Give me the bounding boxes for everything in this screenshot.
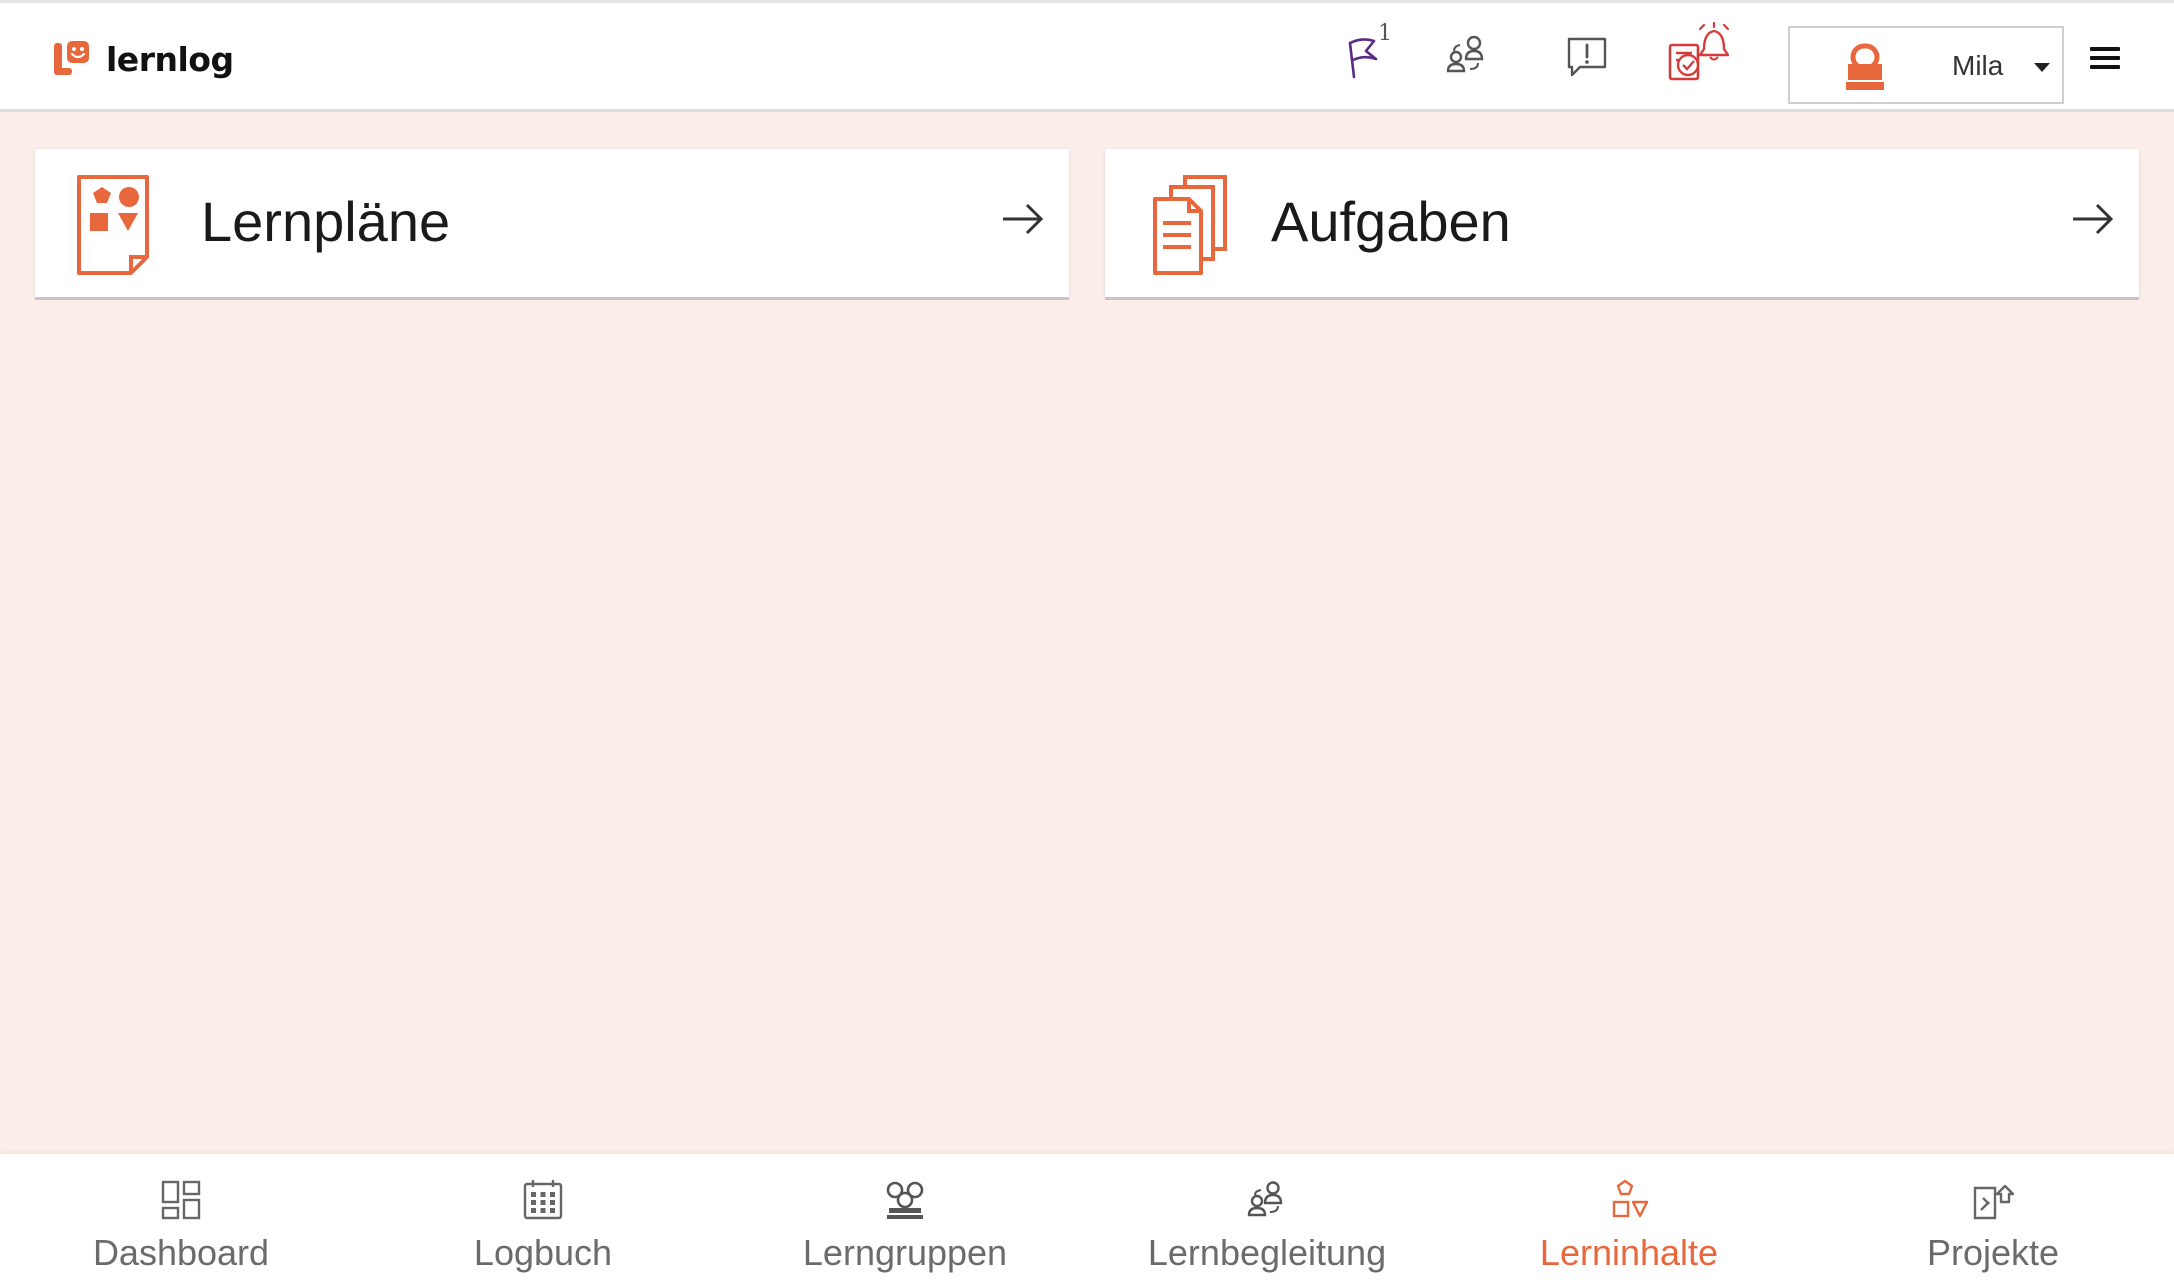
nav-item-dashboard[interactable]: Dashboard: [0, 1154, 362, 1284]
bottom-navigation: Dashboard Logbuch Lerngruppen Lernbeglei…: [0, 1154, 2174, 1284]
chevron-down-icon: [2034, 63, 2050, 72]
app-name: lernlog: [106, 39, 234, 79]
top-bar: lernlog 1 Mila: [0, 0, 2174, 112]
projects-icon: [1973, 1184, 2015, 1220]
nav-item-lernbegleitung[interactable]: Lernbegleitung: [1086, 1154, 1448, 1284]
card-title: Aufgaben: [1271, 190, 1511, 253]
card-aufgaben[interactable]: Aufgaben: [1105, 149, 2139, 297]
hamburger-menu-icon[interactable]: [2090, 47, 2120, 73]
nav-item-lerngruppen[interactable]: Lerngruppen: [724, 1154, 1086, 1284]
groups-icon: [886, 1181, 924, 1219]
reminder-bell-icon[interactable]: [1664, 19, 1736, 85]
card-lernplaene[interactable]: Lernpläne: [35, 149, 1069, 297]
lernplan-icon: [77, 175, 149, 275]
nav-item-lerninhalte[interactable]: Lerninhalte: [1448, 1154, 1810, 1284]
user-select[interactable]: Mila: [1788, 26, 2064, 104]
arrow-right-icon: [2073, 203, 2114, 235]
nav-label: Logbuch: [473, 1232, 613, 1273]
card-title: Lernpläne: [201, 190, 451, 253]
nav-label: Projekte: [1926, 1232, 2060, 1273]
logo-mark-icon: [54, 41, 89, 75]
nav-label: Lernbegleitung: [1147, 1232, 1387, 1273]
nav-label: Lerngruppen: [802, 1232, 1008, 1273]
nav-item-logbuch[interactable]: Logbuch: [362, 1154, 724, 1284]
lernbegleitung-icon: [1247, 1181, 1283, 1217]
feedback-icon[interactable]: [1560, 29, 1614, 83]
nav-item-projekte[interactable]: Projekte: [1812, 1154, 2174, 1284]
flag-count-badge: 1: [1378, 21, 1392, 46]
lernbegleitung-icon[interactable]: [1440, 29, 1494, 83]
shapes-icon: [1612, 1179, 1649, 1218]
user-name: Mila: [1952, 50, 2004, 81]
calendar-icon: [523, 1180, 563, 1220]
nav-label: Lerninhalte: [1539, 1232, 1719, 1273]
avatar: [1846, 43, 1884, 90]
arrow-right-icon: [1003, 203, 1044, 235]
app-logo[interactable]: lernlog: [52, 36, 234, 82]
aufgaben-icon: [1153, 175, 1227, 275]
nav-label: Dashboard: [92, 1232, 270, 1273]
dashboard-icon: [161, 1180, 201, 1220]
